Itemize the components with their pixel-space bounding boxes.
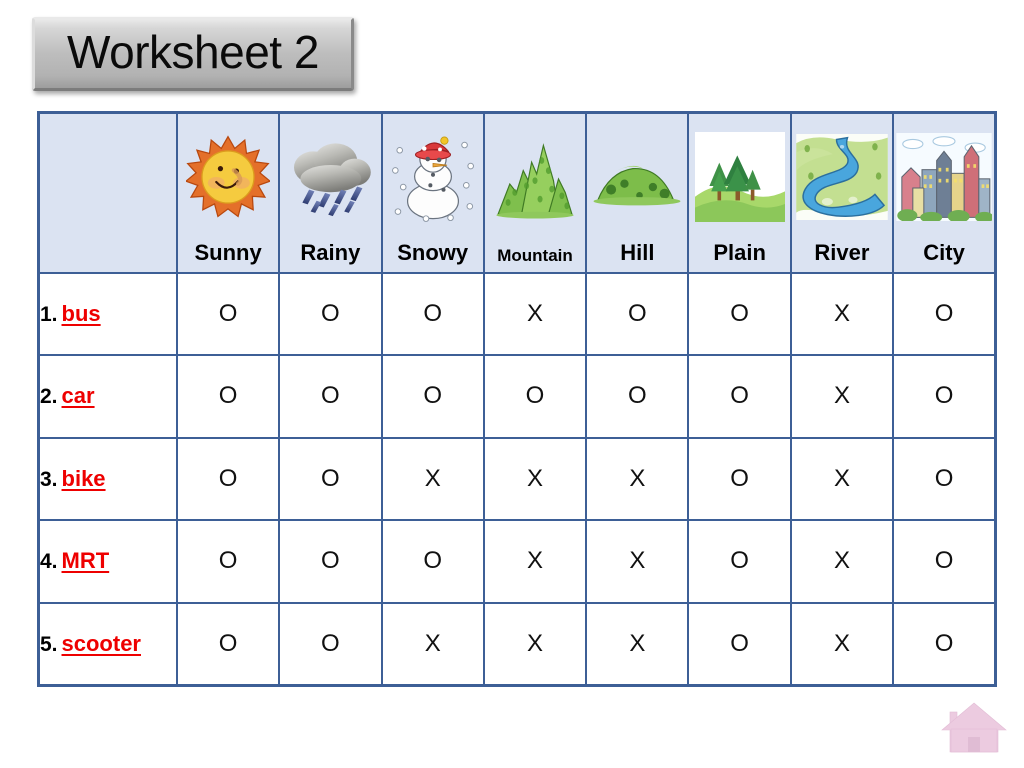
column-header-hill: Hill: [585, 111, 690, 274]
table-header-row: Sunny Rainy Snowy Mountain Hill Plain Ri…: [37, 111, 997, 274]
row-label-scooter: 5. scooter: [37, 601, 178, 686]
cell-car-hill[interactable]: O: [585, 354, 690, 439]
worksheet-title-banner: Worksheet 2: [32, 17, 354, 91]
cell-car-river[interactable]: X: [789, 354, 895, 439]
cell-bus-rainy[interactable]: O: [278, 271, 383, 356]
table-corner-cell: [37, 111, 178, 274]
table-row: 2. car O O O O O O X O: [37, 354, 997, 439]
home-icon: [941, 702, 1007, 753]
cell-bike-river[interactable]: X: [789, 436, 895, 521]
cell-scooter-sunny[interactable]: O: [175, 601, 281, 686]
column-header-label: Plain: [713, 240, 766, 266]
cell-bus-hill[interactable]: O: [585, 271, 690, 356]
column-header-label: Snowy: [397, 240, 469, 266]
cell-mrt-sunny[interactable]: O: [175, 519, 281, 604]
column-header-label: Rainy: [300, 240, 361, 266]
cell-car-sunny[interactable]: O: [175, 354, 281, 439]
hill-icon: [587, 114, 687, 239]
cell-bike-sunny[interactable]: O: [175, 436, 281, 521]
row-number: 1.: [40, 302, 58, 326]
cell-bus-city[interactable]: O: [892, 271, 997, 356]
row-number: 2.: [40, 385, 58, 409]
cell-bus-snowy[interactable]: O: [380, 271, 485, 356]
cell-bus-sunny[interactable]: O: [175, 271, 281, 356]
column-header-snowy: Snowy: [380, 111, 485, 274]
mountain-icon: [485, 114, 585, 245]
cell-scooter-snowy[interactable]: X: [380, 601, 485, 686]
cell-scooter-hill[interactable]: X: [585, 601, 690, 686]
row-word: MRT: [61, 548, 110, 574]
cell-mrt-mountain[interactable]: X: [482, 519, 588, 604]
cell-scooter-mountain[interactable]: X: [482, 601, 588, 686]
column-header-sunny: Sunny: [175, 111, 281, 274]
rain-cloud-icon: [280, 114, 380, 239]
column-header-city: City: [892, 111, 997, 274]
sun-icon: [178, 114, 278, 239]
table-row: 5. scooter O O X X X O X O: [37, 601, 997, 686]
snowman-icon: [383, 114, 483, 239]
cell-bus-plain[interactable]: O: [687, 271, 792, 356]
cell-car-mountain[interactable]: O: [482, 354, 588, 439]
row-word: bus: [61, 300, 101, 326]
cell-mrt-city[interactable]: O: [892, 519, 997, 604]
cell-bus-river[interactable]: X: [789, 271, 895, 356]
cell-mrt-rainy[interactable]: O: [278, 519, 383, 604]
page-title: Worksheet 2: [67, 26, 319, 78]
column-header-mountain: Mountain: [482, 111, 588, 274]
cell-bike-snowy[interactable]: X: [380, 436, 485, 521]
column-header-rainy: Rainy: [278, 111, 383, 274]
row-word: scooter: [61, 630, 141, 656]
cell-bike-rainy[interactable]: O: [278, 436, 383, 521]
table-row: 4. MRT O O O X X O X O: [37, 519, 997, 604]
cell-scooter-plain[interactable]: O: [687, 601, 792, 686]
row-label-bus: 1. bus: [37, 271, 178, 356]
column-header-label: River: [814, 240, 870, 266]
row-number: 4.: [40, 550, 58, 574]
cell-car-city[interactable]: O: [892, 354, 997, 439]
column-header-label: Mountain: [497, 245, 573, 265]
cell-car-plain[interactable]: O: [687, 354, 792, 439]
row-label-bike: 3. bike: [37, 436, 178, 521]
cell-mrt-river[interactable]: X: [789, 519, 895, 604]
row-number: 5.: [40, 632, 58, 656]
cell-car-rainy[interactable]: O: [278, 354, 383, 439]
cell-scooter-river[interactable]: X: [789, 601, 895, 686]
column-header-label: Hill: [620, 240, 655, 266]
cell-bike-mountain[interactable]: X: [482, 436, 588, 521]
cell-car-snowy[interactable]: O: [380, 354, 485, 439]
column-header-label: City: [923, 240, 965, 266]
river-icon: [792, 114, 892, 239]
row-word: car: [61, 383, 95, 409]
cell-mrt-hill[interactable]: X: [585, 519, 690, 604]
cell-bike-plain[interactable]: O: [687, 436, 792, 521]
cell-mrt-plain[interactable]: O: [687, 519, 792, 604]
table-row: 3. bike O O X X X O X O: [37, 436, 997, 521]
cell-bike-hill[interactable]: X: [585, 436, 690, 521]
worksheet-table: Sunny Rainy Snowy Mountain Hill Plain Ri…: [37, 111, 997, 687]
home-button[interactable]: [940, 700, 1008, 756]
cell-scooter-rainy[interactable]: O: [278, 601, 383, 686]
row-label-mrt: 4. MRT: [37, 519, 178, 604]
row-label-car: 2. car: [37, 354, 178, 439]
column-header-river: River: [789, 111, 895, 274]
cell-bike-city[interactable]: O: [892, 436, 997, 521]
column-header-label: Sunny: [194, 240, 262, 266]
row-number: 3.: [40, 467, 58, 491]
cell-scooter-city[interactable]: O: [892, 601, 997, 686]
table-row: 1. bus O O O X O O X O: [37, 271, 997, 356]
row-word: bike: [61, 465, 106, 491]
cell-bus-mountain[interactable]: X: [482, 271, 588, 356]
cell-mrt-snowy[interactable]: O: [380, 519, 485, 604]
column-header-plain: Plain: [687, 111, 792, 274]
city-icon: [894, 114, 994, 239]
plain-icon: [689, 114, 789, 239]
